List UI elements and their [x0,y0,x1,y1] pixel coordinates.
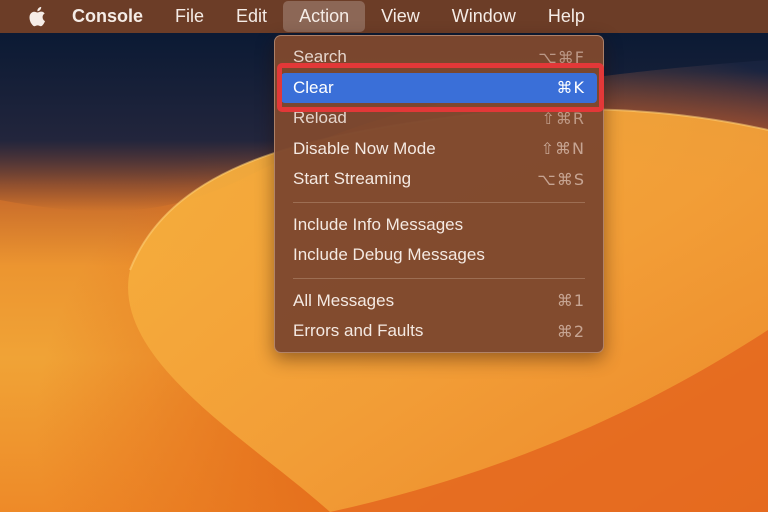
menu-item-shortcut: ⇧⌘N [540,139,585,159]
menu-separator [293,277,585,279]
menu-item-label: Start Streaming [293,169,412,189]
menu-item-label: Search [293,47,347,67]
menu-bar: Console File Edit Action View Window Hel… [0,0,768,33]
menu-item-errors-and-faults[interactable]: Errors and Faults ⌘2 [281,316,597,347]
menu-separator [293,201,585,203]
menu-item-reload[interactable]: Reload ⇧⌘R [281,103,597,134]
menu-item-label: Reload [293,108,347,128]
menu-item-start-streaming[interactable]: Start Streaming ⌥⌘S [281,164,597,195]
menu-item-shortcut: ⌘K [556,78,585,98]
menu-help[interactable]: Help [532,0,601,33]
apple-icon-glyph [29,6,45,27]
menu-app-name[interactable]: Console [57,0,159,33]
menu-edit[interactable]: Edit [220,0,283,33]
menu-item-shortcut: ⌥⌘F [538,47,585,67]
menu-item-shortcut: ⇧⌘R [541,108,585,128]
menu-window[interactable]: Window [436,0,532,33]
menu-item-clear[interactable]: Clear ⌘K [281,72,597,103]
menu-file[interactable]: File [159,0,220,33]
menu-item-shortcut: ⌘1 [556,291,585,311]
menu-item-disable-now-mode[interactable]: Disable Now Mode ⇧⌘N [281,134,597,165]
menu-item-search[interactable]: Search ⌥⌘F [281,42,597,73]
menu-item-shortcut: ⌥⌘S [537,169,585,189]
menu-item-label: Clear [293,77,334,97]
menu-item-label: Include Info Messages [293,214,464,234]
apple-icon[interactable] [27,6,47,28]
menu-item-shortcut: ⌘2 [556,321,585,341]
menu-item-label: Errors and Faults [293,321,424,341]
menu-item-include-info-messages[interactable]: Include Info Messages [281,210,597,241]
menu-action[interactable]: Action [283,1,366,32]
menu-item-label: All Messages [293,290,395,310]
menu-item-include-debug-messages[interactable]: Include Debug Messages [281,240,597,271]
action-menu-dropdown: Search ⌥⌘F Clear ⌘K Reload ⇧⌘R Disable N… [274,35,604,353]
menu-item-label: Disable Now Mode [293,138,436,158]
menu-item-label: Include Debug Messages [293,245,485,265]
menu-view[interactable]: View [365,0,436,33]
menu-item-all-messages[interactable]: All Messages ⌘1 [281,286,597,317]
